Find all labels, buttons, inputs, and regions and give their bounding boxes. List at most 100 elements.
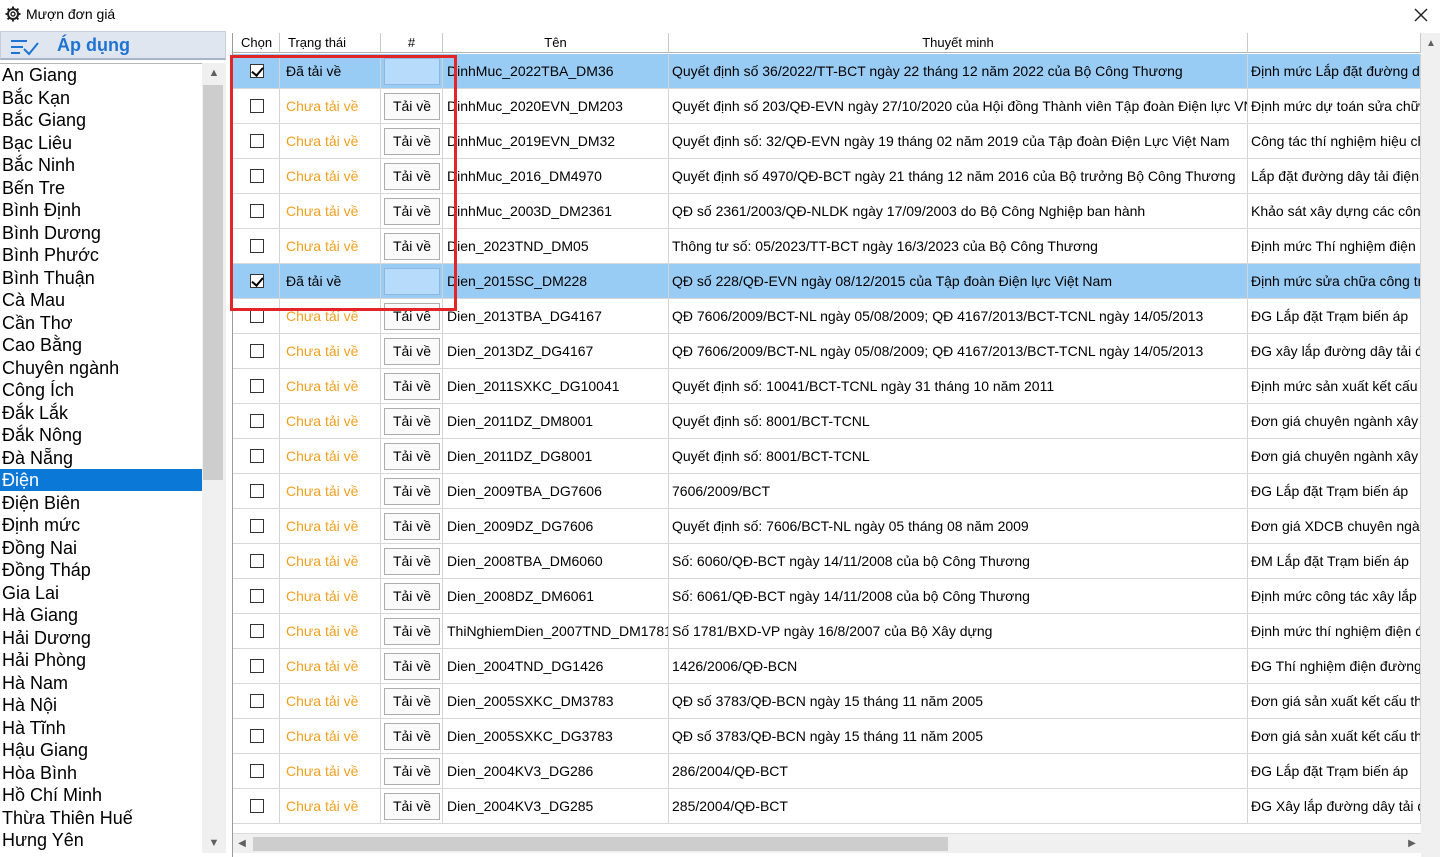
province-item[interactable]: Điện: [0, 469, 202, 491]
select-checkbox[interactable]: [250, 414, 264, 428]
select-checkbox[interactable]: [250, 484, 264, 498]
download-button[interactable]: Tải về: [384, 618, 440, 645]
table-row[interactable]: Chưa tải về Tải về Dien_2009TBA_DG7606 7606…: [233, 474, 1421, 509]
select-checkbox[interactable]: [250, 309, 264, 323]
scroll-up-icon[interactable]: ▲: [1421, 35, 1440, 53]
select-checkbox[interactable]: [250, 169, 264, 183]
table-row[interactable]: Chưa tải về Tải về Dien_2009DZ_DG7606 Quyết…: [233, 509, 1421, 544]
table-row[interactable]: Chưa tải về Tải về DinhMuc_2016_DM4970 Quyế…: [233, 159, 1421, 194]
download-button[interactable]: Tải về: [384, 93, 440, 120]
table-row[interactable]: Chưa tải về Tải về DinhMuc_2020EVN_DM203 Qu…: [233, 89, 1421, 124]
download-button[interactable]: Tải về: [384, 688, 440, 715]
table-row[interactable]: Chưa tải về Tải về Dien_2004KV3_DG285 285/2…: [233, 789, 1421, 824]
select-checkbox[interactable]: [250, 64, 264, 78]
table-row[interactable]: Chưa tải về Tải về ThiNghiemDien_2007TND_D…: [233, 614, 1421, 649]
province-item[interactable]: Chuyên ngành: [0, 357, 202, 379]
table-row[interactable]: Chưa tải về Tải về Dien_2004KV3_DG286 286/2…: [233, 754, 1421, 789]
download-button[interactable]: Tải về: [384, 653, 440, 680]
table-row[interactable]: Chưa tải về Tải về Dien_2011DZ_DM8001 Quyết…: [233, 404, 1421, 439]
table-row[interactable]: Đã tải về Dien_2015SC_DM228 QĐ số 228/QĐ-E…: [233, 264, 1421, 299]
select-checkbox[interactable]: [250, 519, 264, 533]
table-row[interactable]: Chưa tải về Tải về Dien_2005SXKC_DM3783 QĐ …: [233, 684, 1421, 719]
select-checkbox[interactable]: [250, 204, 264, 218]
apply-button[interactable]: Áp dụng: [0, 31, 226, 60]
province-item[interactable]: Hà Nội: [0, 694, 202, 716]
table-row[interactable]: Chưa tải về Tải về Dien_2011DZ_DG8001 Quyết…: [233, 439, 1421, 474]
header-chon[interactable]: Chọn: [233, 33, 280, 53]
download-button[interactable]: Tải về: [384, 548, 440, 575]
header-num[interactable]: #: [381, 33, 443, 53]
province-item[interactable]: An Giang: [0, 64, 202, 86]
province-item[interactable]: Điện Biên: [0, 492, 202, 514]
download-button[interactable]: Tải về: [384, 408, 440, 435]
table-row[interactable]: Chưa tải về Tải về Dien_2023TND_DM05 Thông …: [233, 229, 1421, 264]
select-checkbox[interactable]: [250, 134, 264, 148]
download-button[interactable]: Tải về: [384, 163, 440, 190]
province-item[interactable]: Đồng Nai: [0, 537, 202, 559]
province-item[interactable]: Hòa Bình: [0, 762, 202, 784]
scroll-down-icon[interactable]: ▼: [202, 833, 226, 853]
table-row[interactable]: Chưa tải về Tải về Dien_2013DZ_DG4167 QĐ 76…: [233, 334, 1421, 369]
table-row[interactable]: Chưa tải về Tải về Dien_2011SXKC_DG10041 Qu…: [233, 369, 1421, 404]
province-list[interactable]: An Giang Bắc Kạn Bắc Giang Bạc Liêu Bắc Ninh…: [0, 63, 226, 853]
download-button[interactable]: Tải về: [384, 793, 440, 820]
province-item[interactable]: Đà Nẵng: [0, 447, 202, 469]
download-button[interactable]: Tải về: [384, 373, 440, 400]
select-checkbox[interactable]: [250, 729, 264, 743]
table-row[interactable]: Chưa tải về Tải về Dien_2013TBA_DG4167 QĐ 7…: [233, 299, 1421, 334]
download-button[interactable]: Tải về: [384, 758, 440, 785]
province-item[interactable]: Bình Thuận: [0, 267, 202, 289]
province-item[interactable]: Hậu Giang: [0, 739, 202, 761]
province-item[interactable]: Hải Dương: [0, 627, 202, 649]
download-button[interactable]: Tải về: [384, 233, 440, 260]
province-item[interactable]: Hưng Yên: [0, 829, 202, 851]
select-checkbox[interactable]: [250, 764, 264, 778]
select-checkbox[interactable]: [250, 449, 264, 463]
scroll-thumb[interactable]: [203, 85, 223, 480]
province-item[interactable]: Đắk Nông: [0, 424, 202, 446]
select-checkbox[interactable]: [250, 99, 264, 113]
download-button[interactable]: [384, 58, 440, 85]
province-item[interactable]: Bắc Kạn: [0, 87, 202, 109]
table-vertical-scrollbar[interactable]: ▲: [1421, 33, 1440, 857]
province-item[interactable]: Bình Định: [0, 199, 202, 221]
province-item[interactable]: Hà Tĩnh: [0, 717, 202, 739]
table-row[interactable]: Chưa tải về Tải về Dien_2005SXKC_DG3783 QĐ …: [233, 719, 1421, 754]
province-item[interactable]: Bắc Giang: [0, 109, 202, 131]
select-checkbox[interactable]: [250, 239, 264, 253]
download-button[interactable]: Tải về: [384, 478, 440, 505]
table-horizontal-scrollbar[interactable]: ◀ ▶: [233, 833, 1421, 853]
province-item[interactable]: Cao Bằng: [0, 334, 202, 356]
province-item[interactable]: Định mức: [0, 514, 202, 536]
download-button[interactable]: Tải về: [384, 198, 440, 225]
select-checkbox[interactable]: [250, 344, 264, 358]
download-button[interactable]: Tải về: [384, 723, 440, 750]
province-item[interactable]: Hải Phòng: [0, 649, 202, 671]
scroll-right-icon[interactable]: ▶: [1403, 834, 1421, 854]
province-item[interactable]: Hà Giang: [0, 604, 202, 626]
table-row[interactable]: Chưa tải về Tải về DinhMuc_2003D_DM2361 QĐ …: [233, 194, 1421, 229]
download-button[interactable]: Tải về: [384, 443, 440, 470]
download-button[interactable]: Tải về: [384, 128, 440, 155]
download-button[interactable]: Tải về: [384, 583, 440, 610]
scroll-thumb[interactable]: [253, 837, 948, 851]
select-checkbox[interactable]: [250, 589, 264, 603]
download-button[interactable]: Tải về: [384, 513, 440, 540]
header-thuyet-minh[interactable]: Thuyết minh: [669, 33, 1248, 53]
download-button[interactable]: Tải về: [384, 303, 440, 330]
province-item[interactable]: Bạc Liêu: [0, 132, 202, 154]
province-item[interactable]: Công Ích: [0, 379, 202, 401]
select-checkbox[interactable]: [250, 274, 264, 288]
select-checkbox[interactable]: [250, 694, 264, 708]
province-scrollbar[interactable]: ▲ ▼: [202, 63, 226, 853]
province-item[interactable]: Đắk Lắk: [0, 402, 202, 424]
province-item[interactable]: Bến Tre: [0, 177, 202, 199]
province-item[interactable]: Cà Mau: [0, 289, 202, 311]
table-row[interactable]: Đã tải về DinhMuc_2022TBA_DM36 Quyết định …: [233, 54, 1421, 89]
table-row[interactable]: Chưa tải về Tải về Dien_2004TND_DG1426 1426…: [233, 649, 1421, 684]
province-item[interactable]: Hà Nam: [0, 672, 202, 694]
select-checkbox[interactable]: [250, 554, 264, 568]
province-item[interactable]: Bình Phước: [0, 244, 202, 266]
scroll-up-icon[interactable]: ▲: [202, 63, 226, 83]
download-button[interactable]: [384, 268, 440, 295]
